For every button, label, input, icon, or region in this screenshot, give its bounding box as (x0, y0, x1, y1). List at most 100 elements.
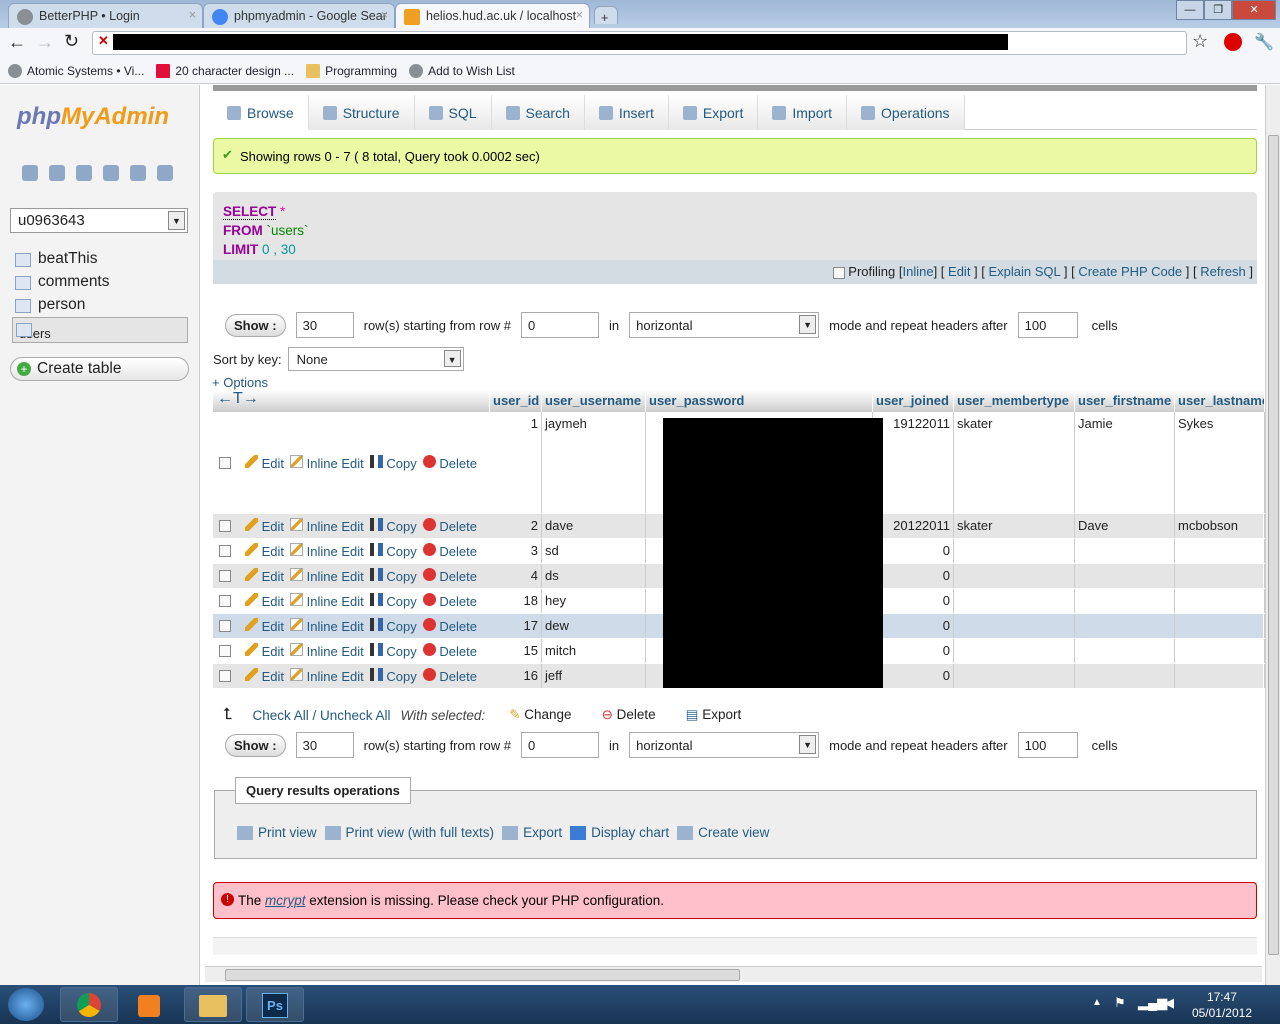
logout-icon[interactable] (49, 165, 65, 181)
copy-link[interactable]: Copy (369, 618, 417, 634)
star-icon[interactable]: ☆ (1192, 31, 1208, 52)
mcrypt-link[interactable]: mcrypt (265, 893, 306, 908)
copy-link[interactable]: Copy (369, 518, 417, 534)
wrench-icon[interactable]: 🔧 (1254, 32, 1274, 52)
inline-link[interactable]: Inline (903, 264, 934, 279)
inline-edit-link[interactable]: Inline Edit (290, 454, 364, 471)
delete-link[interactable]: Delete (422, 618, 477, 634)
cell-user_username[interactable]: mitch (542, 639, 646, 663)
display-chart-link[interactable]: Display chart (570, 825, 669, 841)
tab-sql[interactable]: SQL (414, 95, 492, 130)
browser-tab[interactable]: BetterPHP • Login × (8, 3, 203, 28)
cell-user_firstname[interactable] (1075, 614, 1175, 638)
taskbar-explorer[interactable] (184, 987, 242, 1022)
cell-user_id[interactable]: 18 (490, 589, 542, 613)
cell-user_id[interactable]: 4 (490, 564, 542, 588)
create-view-link[interactable]: Create view (677, 825, 769, 841)
copy-link[interactable]: Copy (369, 668, 417, 684)
bookmark-folder[interactable]: Programming (306, 62, 397, 79)
scrollbar-thumb[interactable] (1268, 135, 1279, 955)
repeat-headers-input[interactable]: 100 (1017, 732, 1078, 758)
database-select[interactable]: u0963643 ▼ (10, 208, 188, 233)
horizontal-scrollbar[interactable] (205, 966, 1262, 982)
display-mode-select[interactable]: horizontal ▼ (629, 312, 820, 338)
vertical-scrollbar[interactable] (1265, 85, 1280, 985)
column-header-user_username[interactable]: user_username (542, 390, 646, 412)
copy-link[interactable]: Copy (369, 568, 417, 584)
cell-user_lastname[interactable] (1175, 539, 1265, 563)
check-all-link[interactable]: Check All / Uncheck All (252, 708, 390, 723)
copy-link[interactable]: Copy (369, 593, 417, 609)
show-button[interactable]: Show : (225, 313, 286, 337)
taskbar-photoshop[interactable]: Ps (246, 987, 304, 1022)
cell-user_lastname[interactable] (1175, 564, 1265, 588)
cell-user_username[interactable]: sd (542, 539, 646, 563)
reload-icon[interactable]: ↻ (64, 31, 79, 52)
cell-user_firstname[interactable] (1075, 539, 1175, 563)
forward-icon[interactable]: → (36, 32, 54, 53)
change-button[interactable]: ✎ Change (509, 707, 571, 723)
browser-tab[interactable]: phpmyadmin - Google Sear × (203, 3, 395, 28)
cell-user_id[interactable]: 1 (490, 412, 542, 513)
edit-link[interactable]: Edit (948, 264, 970, 279)
cell-user_joined[interactable]: 0 (873, 614, 954, 638)
repeat-headers-input[interactable]: 100 (1017, 312, 1078, 338)
cell-user_joined[interactable]: 20122011 (873, 514, 954, 538)
start-row-input[interactable]: 0 (520, 732, 599, 758)
column-header-user_firstname[interactable]: user_firstname (1075, 390, 1175, 412)
row-checkbox[interactable] (219, 620, 231, 632)
row-checkbox[interactable] (219, 545, 231, 557)
print-view-link[interactable]: Print view (237, 825, 317, 841)
back-icon[interactable]: ← (8, 32, 26, 53)
cell-user_joined[interactable]: 19122011 (873, 412, 954, 513)
sidebar-item-beatthis[interactable]: beatThis (12, 248, 188, 270)
cell-user_lastname[interactable]: Sykes (1175, 412, 1265, 513)
sidebar-item-comments[interactable]: comments (12, 271, 188, 293)
close-tab-icon[interactable]: × (189, 8, 196, 22)
column-header-user_lastname[interactable]: user_lastname (1175, 390, 1265, 412)
bookmark[interactable]: 20 character design ... (156, 62, 294, 79)
inline-edit-link[interactable]: Inline Edit (290, 543, 364, 559)
delete-link[interactable]: Delete (422, 668, 477, 684)
cell-user_lastname[interactable] (1175, 664, 1265, 688)
taskbar-chrome[interactable] (60, 987, 118, 1022)
minimize-button[interactable]: — (1176, 0, 1205, 20)
row-checkbox[interactable] (219, 456, 231, 469)
home-icon[interactable] (22, 165, 38, 181)
column-header-user_password[interactable]: user_password (646, 390, 873, 412)
sort-key-select[interactable]: None ▼ (287, 347, 464, 371)
inline-edit-link[interactable]: Inline Edit (290, 618, 364, 634)
close-tab-icon[interactable]: × (576, 8, 583, 22)
cell-user_membertype[interactable] (954, 539, 1075, 563)
refresh-link[interactable]: Refresh (1200, 264, 1246, 279)
edit-link[interactable]: Edit (245, 568, 284, 584)
cell-user_username[interactable]: jeff (542, 664, 646, 688)
tab-operations[interactable]: Operations (847, 95, 965, 130)
flag-icon[interactable]: ⚑ (1114, 995, 1126, 1011)
tab-browse[interactable]: Browse (213, 95, 309, 130)
bookmark[interactable]: Atomic Systems • Vi... (8, 62, 144, 79)
edit-link[interactable]: Edit (245, 668, 284, 684)
cell-user_firstname[interactable] (1075, 664, 1175, 688)
adblock-icon[interactable] (1224, 33, 1242, 51)
cell-user_joined[interactable]: 0 (873, 539, 954, 563)
cell-user_firstname[interactable] (1075, 564, 1175, 588)
tab-export[interactable]: Export (668, 95, 759, 130)
row-checkbox[interactable] (219, 645, 231, 657)
tab-structure[interactable]: Structure (308, 95, 415, 130)
delete-link[interactable]: Delete (422, 518, 477, 534)
cell-user_membertype[interactable]: skater (954, 412, 1075, 513)
copy-link[interactable]: Copy (369, 454, 417, 471)
show-button[interactable]: Show : (225, 733, 286, 757)
tab-import[interactable]: Import (758, 95, 848, 130)
cell-user_lastname[interactable] (1175, 589, 1265, 613)
delete-link[interactable]: Delete (422, 543, 477, 559)
cell-user_username[interactable]: dave (542, 514, 646, 538)
column-resize-arrows[interactable]: ←T→ (213, 390, 490, 412)
copy-link[interactable]: Copy (369, 643, 417, 659)
print-view-full-link[interactable]: Print view (with full texts) (324, 825, 494, 841)
help-icon[interactable] (103, 165, 119, 181)
inline-edit-link[interactable]: Inline Edit (290, 593, 364, 609)
cell-user_joined[interactable]: 0 (873, 589, 954, 613)
bookmark[interactable]: Add to Wish List (409, 62, 515, 79)
